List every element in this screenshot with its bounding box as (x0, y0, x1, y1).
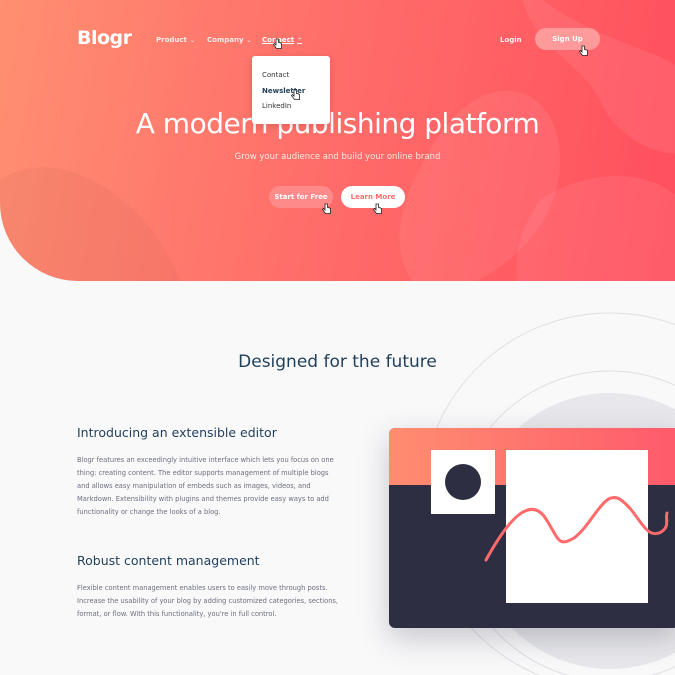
hand-cursor-icon (273, 38, 282, 49)
signup-button[interactable]: Sign Up (535, 28, 600, 50)
nav-product[interactable]: Product ⌄ (156, 36, 195, 44)
feature-body-content-management: Flexible content management enables user… (77, 584, 339, 618)
chevron-down-icon: ⌄ (246, 36, 252, 44)
chevron-up-icon: ⌃ (297, 36, 303, 44)
section-title: Designed for the future (238, 352, 437, 372)
hero-title: A modern publishing platform (135, 107, 540, 140)
hand-cursor-icon (322, 203, 331, 214)
editor-illustration (389, 428, 675, 628)
hand-cursor-icon (291, 89, 300, 100)
hand-cursor-icon (579, 45, 588, 56)
hero-subtitle: Grow your audience and build your online… (234, 152, 441, 162)
feature-title-content-management: Robust content management (77, 553, 260, 568)
illustration-wave-line (484, 496, 669, 562)
hero-section: Blogr Product ⌄ Company ⌄ Connect ⌃ Logi… (0, 0, 675, 281)
chevron-down-icon: ⌄ (189, 36, 195, 44)
dropdown-item-linkedin[interactable]: LinkedIn (262, 102, 291, 110)
hand-cursor-icon (373, 203, 382, 214)
nav-company-label: Company (207, 36, 244, 44)
login-link[interactable]: Login (500, 36, 522, 44)
logo[interactable]: Blogr (77, 27, 132, 49)
feature-title-editor: Introducing an extensible editor (77, 425, 277, 440)
nav-company[interactable]: Company ⌄ (207, 36, 252, 44)
nav-product-label: Product (156, 36, 187, 44)
dropdown-item-contact[interactable]: Contact (262, 71, 289, 79)
feature-body-editor: Blogr features an exceedingly intuitive … (77, 456, 334, 516)
